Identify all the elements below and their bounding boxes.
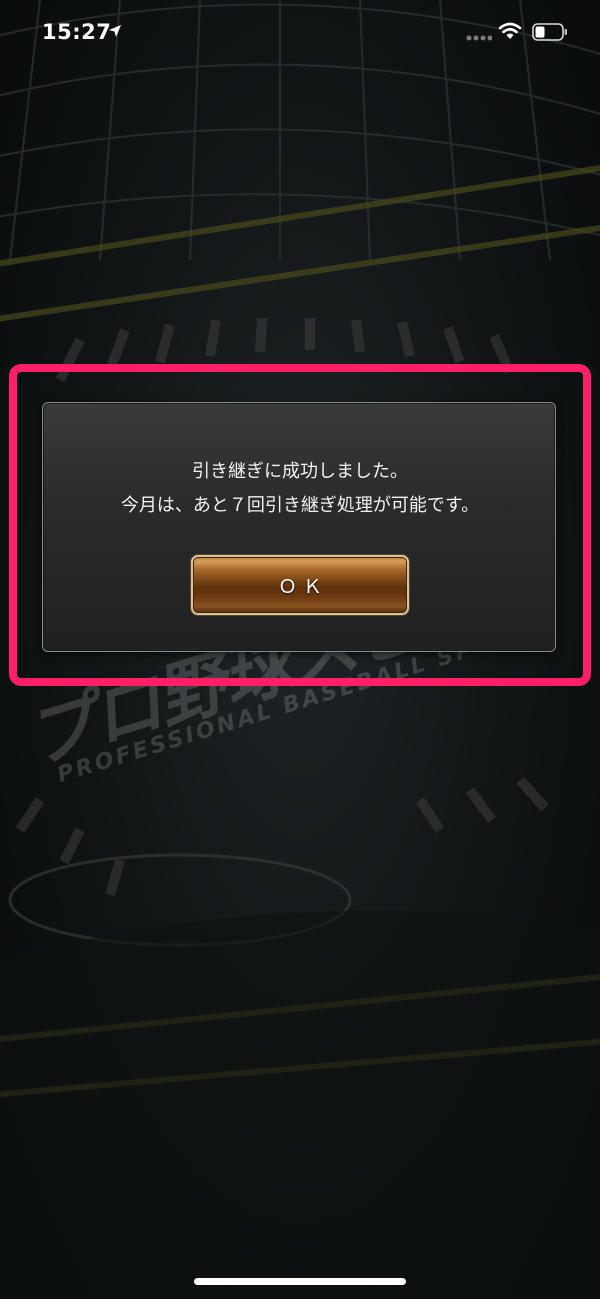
app-screen: プロ野球スピ PROFESSIONAL BASEBALL SP 15:27 引き… (0, 0, 600, 1299)
message-line-remaining: 今月は、あと７回引き継ぎ処理が可能です。 (120, 495, 480, 516)
cellular-signal-icon (466, 35, 492, 41)
message-line-success: 引き継ぎに成功しました。 (192, 461, 408, 482)
location-arrow-icon (109, 25, 121, 37)
home-indicator[interactable] (194, 1278, 406, 1285)
status-time: 15:27 (42, 20, 112, 44)
ok-button[interactable]: ＯＫ (191, 555, 409, 615)
transfer-success-dialog: 引き継ぎに成功しました。 今月は、あと７回引き継ぎ処理が可能です。 ＯＫ (42, 402, 556, 652)
wifi-icon (498, 22, 522, 39)
dialog-message: 引き継ぎに成功しました。 今月は、あと７回引き継ぎ処理が可能です。 (43, 455, 557, 523)
ok-button-label: ＯＫ (277, 575, 328, 598)
status-bar: 15:27 (0, 0, 600, 64)
battery-icon (532, 23, 567, 41)
